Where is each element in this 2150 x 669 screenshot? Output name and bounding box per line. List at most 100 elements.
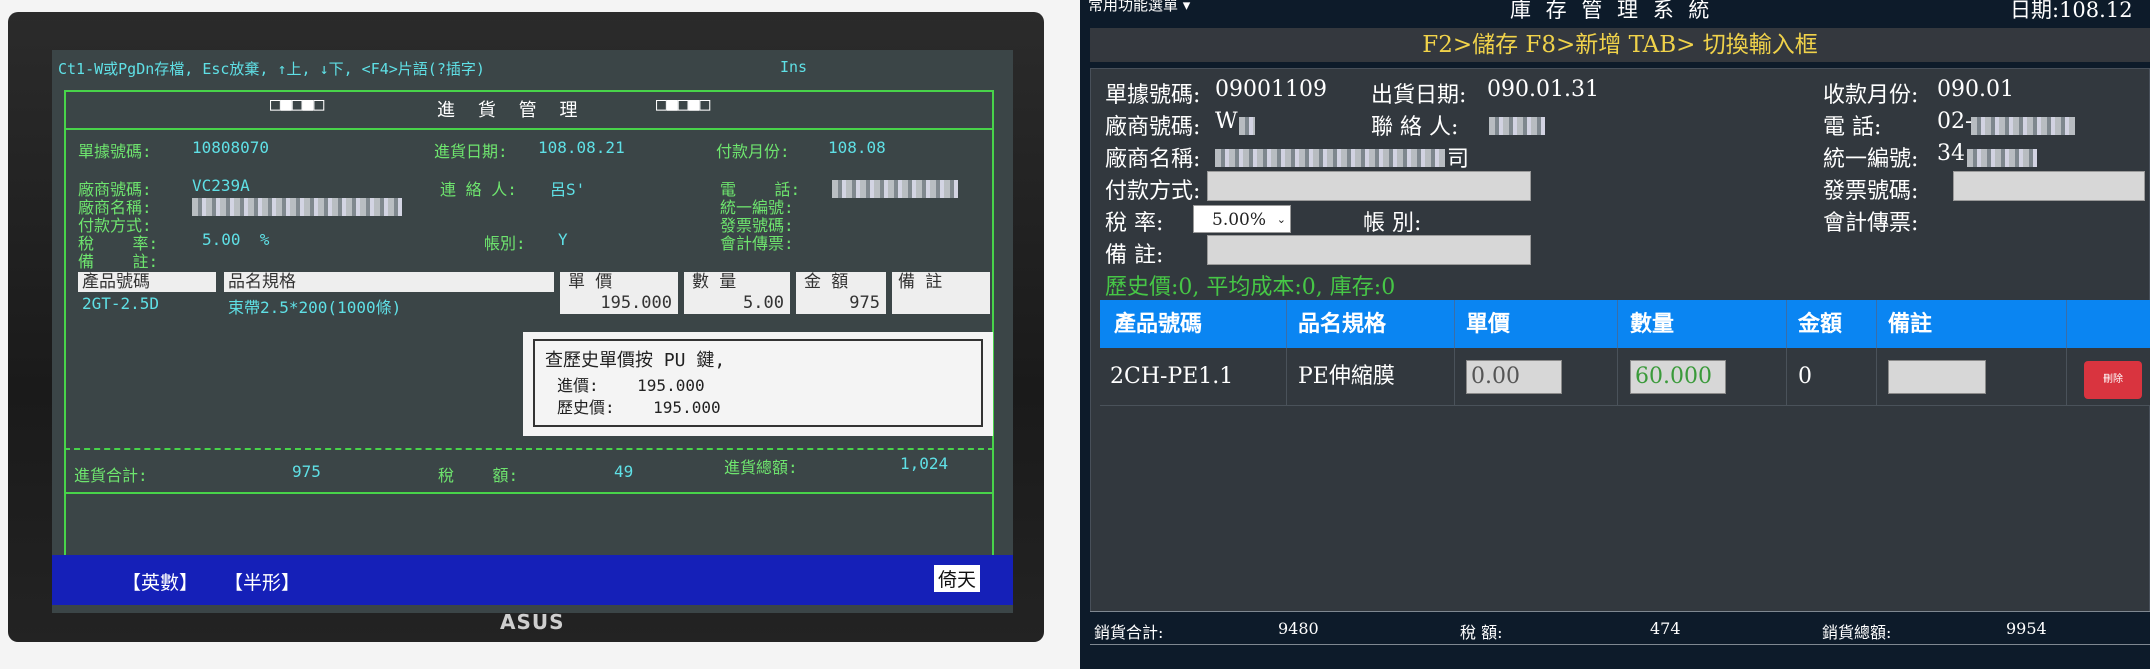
col-divider — [2066, 300, 2067, 348]
top-bar: 常用功能選單 ▾ 庫 存 管 理 系 統 日期:108.12 — [1080, 0, 2150, 24]
row-code: 2CH-PE1.1 — [1110, 364, 1234, 389]
status-en: 【英數】 — [122, 572, 199, 594]
col-price: 單價 — [1466, 311, 1511, 337]
voucher-label: 會計傳票: — [1823, 211, 1919, 236]
contact-redacted — [1489, 117, 1545, 135]
tax-label: 稅 額: — [1460, 623, 1503, 642]
date-display: 日期:108.12 — [2010, 0, 2133, 22]
pay-method-input[interactable] — [1207, 171, 1531, 201]
table-header: 產品號碼 品名規格 單價 數量 金額 備註 — [1100, 300, 2150, 348]
status-half: 【半形】 — [224, 572, 301, 594]
history-info: 歷史價:0, 平均成本:0, 庫存:0 — [1105, 275, 1396, 300]
popup-line1: 進價: 195.000 — [557, 376, 705, 395]
account-label: 帳別: — [484, 234, 526, 253]
vendor-no-redacted — [1239, 117, 1255, 135]
note-cell[interactable] — [892, 292, 990, 314]
col-qty: 數量 — [1630, 311, 1675, 337]
row-spec: PE伸縮膜 — [1298, 364, 1395, 389]
title-blocks-left: □■□■□ — [270, 94, 325, 115]
vendor-name-label: 廠商名稱: — [1105, 147, 1201, 172]
row-code: 2GT-2.5D — [82, 294, 160, 313]
remark-input[interactable] — [1207, 235, 1531, 265]
invoice-input[interactable] — [1953, 171, 2145, 201]
col-spec: 品名規格 — [1298, 311, 1387, 337]
pay-month-value: 108.08 — [828, 138, 886, 157]
phone-redacted — [1971, 117, 2075, 135]
row-spec: 束帶2.5*200(1000條) — [228, 298, 402, 317]
form-frame — [64, 90, 994, 560]
cell-divider — [1454, 348, 1455, 406]
remark-label: 備 註: — [1105, 243, 1164, 268]
function-menu[interactable]: 常用功能選單 ▾ — [1088, 0, 1190, 15]
col-divider — [1617, 300, 1618, 348]
bottom-divider — [64, 492, 994, 494]
cell-divider — [1786, 348, 1787, 406]
table-row: 2CH-PE1.1 PE伸縮膜 0.00 60.000 0 刪除 — [1100, 348, 2150, 406]
history-price-popup: 查歷史單價按 PU 鍵, 進價: 195.000 歷史價: 195.000 — [523, 332, 993, 436]
tax-rate-select[interactable]: 5.00% ⌄ — [1193, 205, 1291, 233]
amount-cell: 975 — [796, 292, 886, 314]
asus-logo: ASUS — [500, 610, 565, 634]
qty-cell[interactable]: 5.00 — [684, 292, 790, 314]
col-note: 備註 — [1888, 311, 1933, 337]
col-amount-header: 金 額 — [796, 272, 886, 292]
total-label: 進貨合計: — [74, 466, 148, 485]
tax-label: 稅 額: — [438, 466, 519, 485]
col-price-header: 單 價 — [560, 272, 678, 292]
phone-value: 02- — [1937, 109, 1973, 134]
cell-divider — [1617, 348, 1618, 406]
tax-rate-value: 5.00 % — [202, 230, 270, 249]
tax-rate-value: 5.00% — [1212, 210, 1267, 230]
collect-month-value: 090.01 — [1937, 77, 2014, 102]
pay-method-label: 付款方式: — [1105, 179, 1201, 204]
tax-id-redacted — [1967, 149, 2037, 167]
chevron-down-icon: ⌄ — [1276, 213, 1286, 226]
col-code-header: 產品號碼 — [78, 272, 216, 292]
ship-date-label: 出貨日期: — [1371, 83, 1467, 108]
doc-no-value: 09001109 — [1215, 77, 1327, 102]
delete-row-button[interactable]: 刪除 — [2084, 361, 2142, 399]
doc-no-value: 10808070 — [192, 138, 270, 157]
totals-footer: 銷貨合計: 9480 稅 額: 474 銷貨總額: 9954 — [1090, 611, 2150, 645]
system-title: 庫 存 管 理 系 統 — [1510, 0, 1714, 22]
vendor-name-suffix: 司 — [1447, 147, 1470, 172]
title-divider — [64, 128, 994, 130]
col-code: 產品號碼 — [1114, 311, 1203, 337]
row-price-input[interactable]: 0.00 — [1466, 360, 1562, 394]
date-value: 108.08.21 — [538, 138, 625, 157]
popup-line2: 歷史價: 195.000 — [557, 398, 721, 417]
terminal-photo: Ct1-W或PgDn存檔, Esc放棄, ↑上, ↓下, <F4>片語(?插字)… — [0, 0, 1080, 669]
grand-value: 1,024 — [900, 454, 949, 473]
price-cell[interactable]: 195.000 — [560, 292, 678, 314]
col-qty-header: 數 量 — [684, 272, 790, 292]
vendor-name-redacted — [1215, 149, 1445, 167]
sales-total-label: 銷貨合計: — [1094, 623, 1164, 642]
row-qty-input[interactable]: 60.000 — [1630, 360, 1726, 394]
inventory-app: 常用功能選單 ▾ 庫 存 管 理 系 統 日期:108.12 F2>儲存 F8>… — [1080, 0, 2150, 669]
voucher-label: 會計傳票: — [720, 234, 794, 253]
tax-id-value: 34 — [1937, 141, 1965, 166]
doc-no-label: 單據號碼: — [1105, 83, 1201, 108]
tax-id-label: 統一編號: — [1823, 147, 1919, 172]
cell-divider — [2066, 348, 2067, 406]
pay-month-label: 付款月份: — [716, 142, 790, 161]
row-note-input[interactable] — [1888, 360, 1986, 394]
shortcut-hint-bar: F2>儲存 F8>新增 TAB> 切換輸入框 — [1090, 28, 2150, 62]
col-note-header: 備 註 — [892, 272, 990, 292]
phone-label: 電 話: — [1823, 115, 1882, 140]
help-line: Ct1-W或PgDn存檔, Esc放棄, ↑上, ↓下, <F4>片語(?插字) — [58, 60, 485, 78]
col-divider — [1454, 300, 1455, 348]
vendor-no-value: VC239A — [192, 176, 250, 195]
collect-month-label: 收款月份: — [1823, 83, 1919, 108]
totals-divider — [64, 448, 994, 450]
account-value: Y — [558, 230, 568, 249]
input-status-bar: 【英數】 【半形】 倚天 — [52, 555, 1013, 605]
popup-title: 查歷史單價按 PU 鍵, — [545, 350, 726, 371]
col-amount: 金額 — [1798, 311, 1843, 337]
contact-label: 聯 絡 人: — [1371, 115, 1459, 140]
row-amount: 0 — [1798, 364, 1812, 389]
cell-divider — [1876, 348, 1877, 406]
tax-rate-label: 稅 率: — [1105, 211, 1164, 236]
ins-indicator: Ins — [780, 58, 808, 76]
grand-total-label: 銷貨總額: — [1822, 623, 1892, 642]
